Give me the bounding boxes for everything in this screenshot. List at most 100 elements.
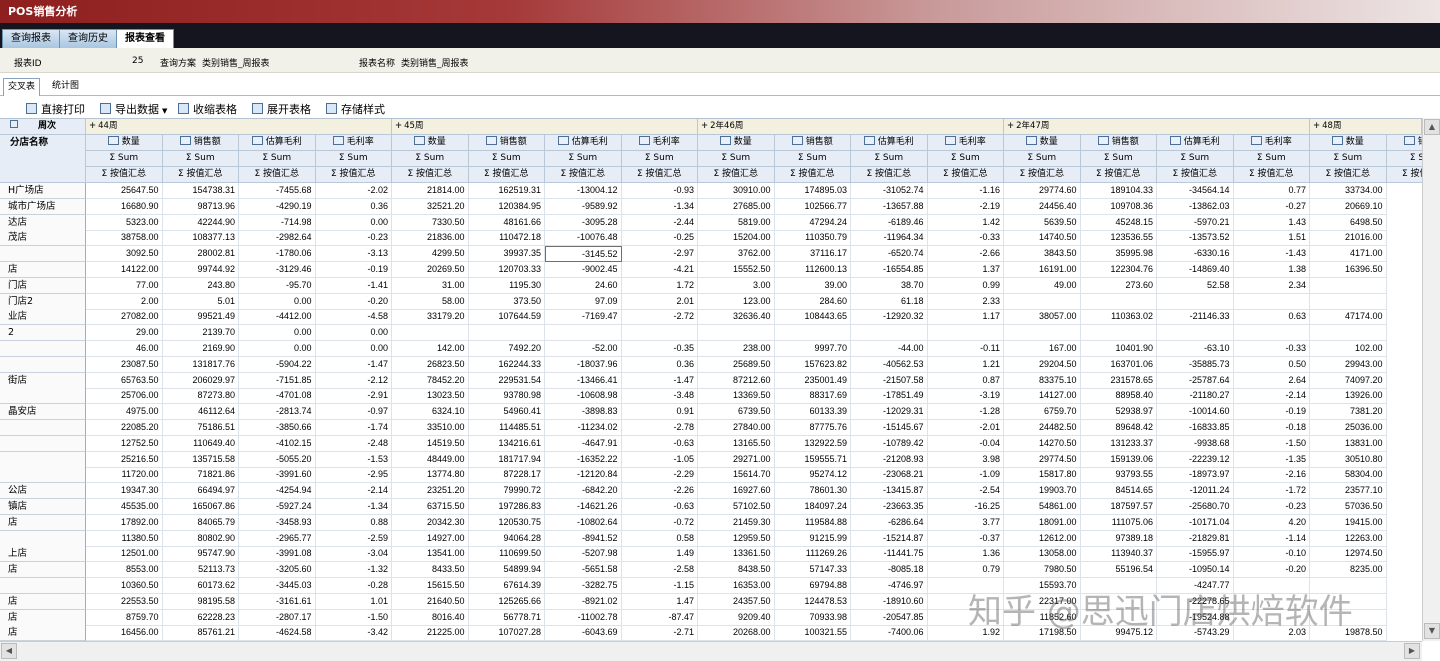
- table-cell[interactable]: 11380.50: [86, 530, 163, 547]
- table-cell[interactable]: 95274.12: [774, 467, 851, 484]
- store-row-header[interactable]: 门店: [0, 277, 86, 294]
- table-cell[interactable]: 243.80: [162, 277, 239, 294]
- table-cell[interactable]: -31052.74: [851, 183, 928, 199]
- table-cell[interactable]: 1.38: [1233, 262, 1310, 278]
- table-cell[interactable]: 25706.00: [86, 388, 163, 405]
- table-cell[interactable]: 24.60: [545, 277, 622, 294]
- table-cell[interactable]: 12959.50: [698, 530, 775, 547]
- table-cell[interactable]: 87212.60: [698, 372, 775, 389]
- table-cell[interactable]: 4299.50: [392, 246, 469, 263]
- table-cell[interactable]: 52938.97: [1080, 404, 1157, 421]
- table-cell[interactable]: 8759.70: [86, 609, 163, 626]
- table-cell[interactable]: 47174.00: [1310, 309, 1387, 326]
- table-cell[interactable]: -0.28: [315, 578, 392, 594]
- table-cell[interactable]: 37116.17: [774, 246, 851, 263]
- table-cell[interactable]: 125265.66: [468, 593, 545, 610]
- table-cell[interactable]: 8438.50: [698, 562, 775, 579]
- table-cell[interactable]: 174895.03: [774, 183, 851, 199]
- table-cell[interactable]: 1.01: [315, 593, 392, 610]
- table-cell[interactable]: [468, 325, 545, 342]
- table-cell[interactable]: -10789.42: [851, 435, 928, 452]
- table-cell[interactable]: -0.25: [621, 230, 698, 247]
- table-cell[interactable]: -13004.12: [545, 183, 622, 199]
- expand-icon[interactable]: +: [1007, 121, 1014, 131]
- store-field-header[interactable]: 分店名称: [0, 135, 86, 183]
- table-cell[interactable]: -21146.33: [1157, 309, 1234, 326]
- table-cell[interactable]: 111075.06: [1080, 514, 1157, 531]
- table-cell[interactable]: -1.47: [315, 356, 392, 373]
- table-cell[interactable]: 2.01: [621, 293, 698, 310]
- measure-header[interactable]: 销售额: [774, 135, 851, 151]
- table-cell[interactable]: 12752.50: [86, 435, 163, 452]
- table-cell[interactable]: 0.36: [621, 356, 698, 373]
- table-cell[interactable]: 42244.90: [162, 214, 239, 231]
- scroll-down-icon[interactable]: ▼: [1424, 623, 1440, 639]
- table-cell[interactable]: 25689.50: [698, 356, 775, 373]
- expand-table-button[interactable]: 展开表格: [252, 102, 311, 117]
- table-cell[interactable]: 157623.82: [774, 356, 851, 373]
- table-cell[interactable]: 110350.79: [774, 230, 851, 247]
- store-row-header[interactable]: [0, 356, 86, 373]
- table-cell[interactable]: 20342.30: [392, 514, 469, 531]
- table-cell[interactable]: 15204.00: [698, 230, 775, 247]
- table-cell[interactable]: -3282.75: [545, 578, 622, 594]
- table-cell[interactable]: 29204.50: [1004, 356, 1081, 373]
- table-cell[interactable]: -2.29: [621, 467, 698, 484]
- table-cell[interactable]: 159139.06: [1080, 451, 1157, 468]
- table-cell[interactable]: 0.36: [315, 198, 392, 215]
- table-cell[interactable]: -4746.97: [851, 578, 928, 594]
- table-cell[interactable]: -2.48: [315, 435, 392, 452]
- table-cell[interactable]: -1.35: [1233, 451, 1310, 468]
- table-cell[interactable]: [392, 325, 469, 342]
- table-cell[interactable]: [1157, 325, 1234, 342]
- table-cell[interactable]: 142.00: [392, 341, 469, 357]
- table-cell[interactable]: 12501.00: [86, 546, 163, 563]
- scroll-left-icon[interactable]: ◀: [1, 643, 17, 659]
- table-cell[interactable]: 79990.72: [468, 483, 545, 500]
- measure-header[interactable]: 毛利率: [621, 135, 698, 151]
- table-cell[interactable]: -8085.18: [851, 562, 928, 579]
- table-cell[interactable]: 1.36: [927, 546, 1004, 563]
- table-cell[interactable]: 112600.13: [774, 262, 851, 278]
- table-cell[interactable]: -2.97: [621, 246, 698, 263]
- table-cell[interactable]: 13369.50: [698, 388, 775, 405]
- table-cell[interactable]: 119584.88: [774, 514, 851, 531]
- table-cell[interactable]: 98195.58: [162, 593, 239, 610]
- table-cell[interactable]: 77.00: [86, 277, 163, 294]
- table-cell[interactable]: -1.16: [927, 183, 1004, 199]
- table-cell[interactable]: 4975.00: [86, 404, 163, 421]
- table-cell[interactable]: -2807.17: [239, 609, 316, 626]
- table-cell[interactable]: 229531.54: [468, 372, 545, 389]
- table-cell[interactable]: 57036.50: [1310, 499, 1387, 515]
- table-cell[interactable]: 2169.90: [162, 341, 239, 357]
- table-cell[interactable]: -0.63: [621, 499, 698, 515]
- table-cell[interactable]: -16554.85: [851, 262, 928, 278]
- table-cell[interactable]: -18973.97: [1157, 467, 1234, 484]
- export-button[interactable]: 导出数据 ▼: [100, 102, 167, 117]
- table-cell[interactable]: 14122.00: [86, 262, 163, 278]
- table-cell[interactable]: -10014.60: [1157, 404, 1234, 421]
- table-cell[interactable]: -15145.67: [851, 420, 928, 436]
- table-cell[interactable]: -3129.46: [239, 262, 316, 278]
- table-cell[interactable]: 24456.40: [1004, 198, 1081, 215]
- table-cell[interactable]: 45535.00: [86, 499, 163, 515]
- table-cell[interactable]: -13862.03: [1157, 198, 1234, 215]
- table-cell[interactable]: 102566.77: [774, 198, 851, 215]
- table-cell[interactable]: 49.00: [1004, 277, 1081, 294]
- table-cell[interactable]: -3850.66: [239, 420, 316, 436]
- table-cell[interactable]: 78452.20: [392, 372, 469, 389]
- table-cell[interactable]: 0.87: [927, 372, 1004, 389]
- table-cell[interactable]: 18091.00: [1004, 514, 1081, 531]
- table-cell[interactable]: -16833.85: [1157, 420, 1234, 436]
- table-cell[interactable]: -15214.87: [851, 530, 928, 547]
- table-cell[interactable]: 94064.28: [468, 530, 545, 547]
- table-cell[interactable]: 93780.98: [468, 388, 545, 405]
- table-cell[interactable]: 48161.66: [468, 214, 545, 231]
- table-cell[interactable]: -1.50: [1233, 435, 1310, 452]
- table-cell[interactable]: 7492.20: [468, 341, 545, 357]
- table-cell[interactable]: 3762.00: [698, 246, 775, 263]
- table-cell[interactable]: 60133.39: [774, 404, 851, 421]
- store-row-header[interactable]: [0, 435, 86, 452]
- table-cell[interactable]: -2.58: [621, 562, 698, 579]
- table-cell[interactable]: 5.01: [162, 293, 239, 310]
